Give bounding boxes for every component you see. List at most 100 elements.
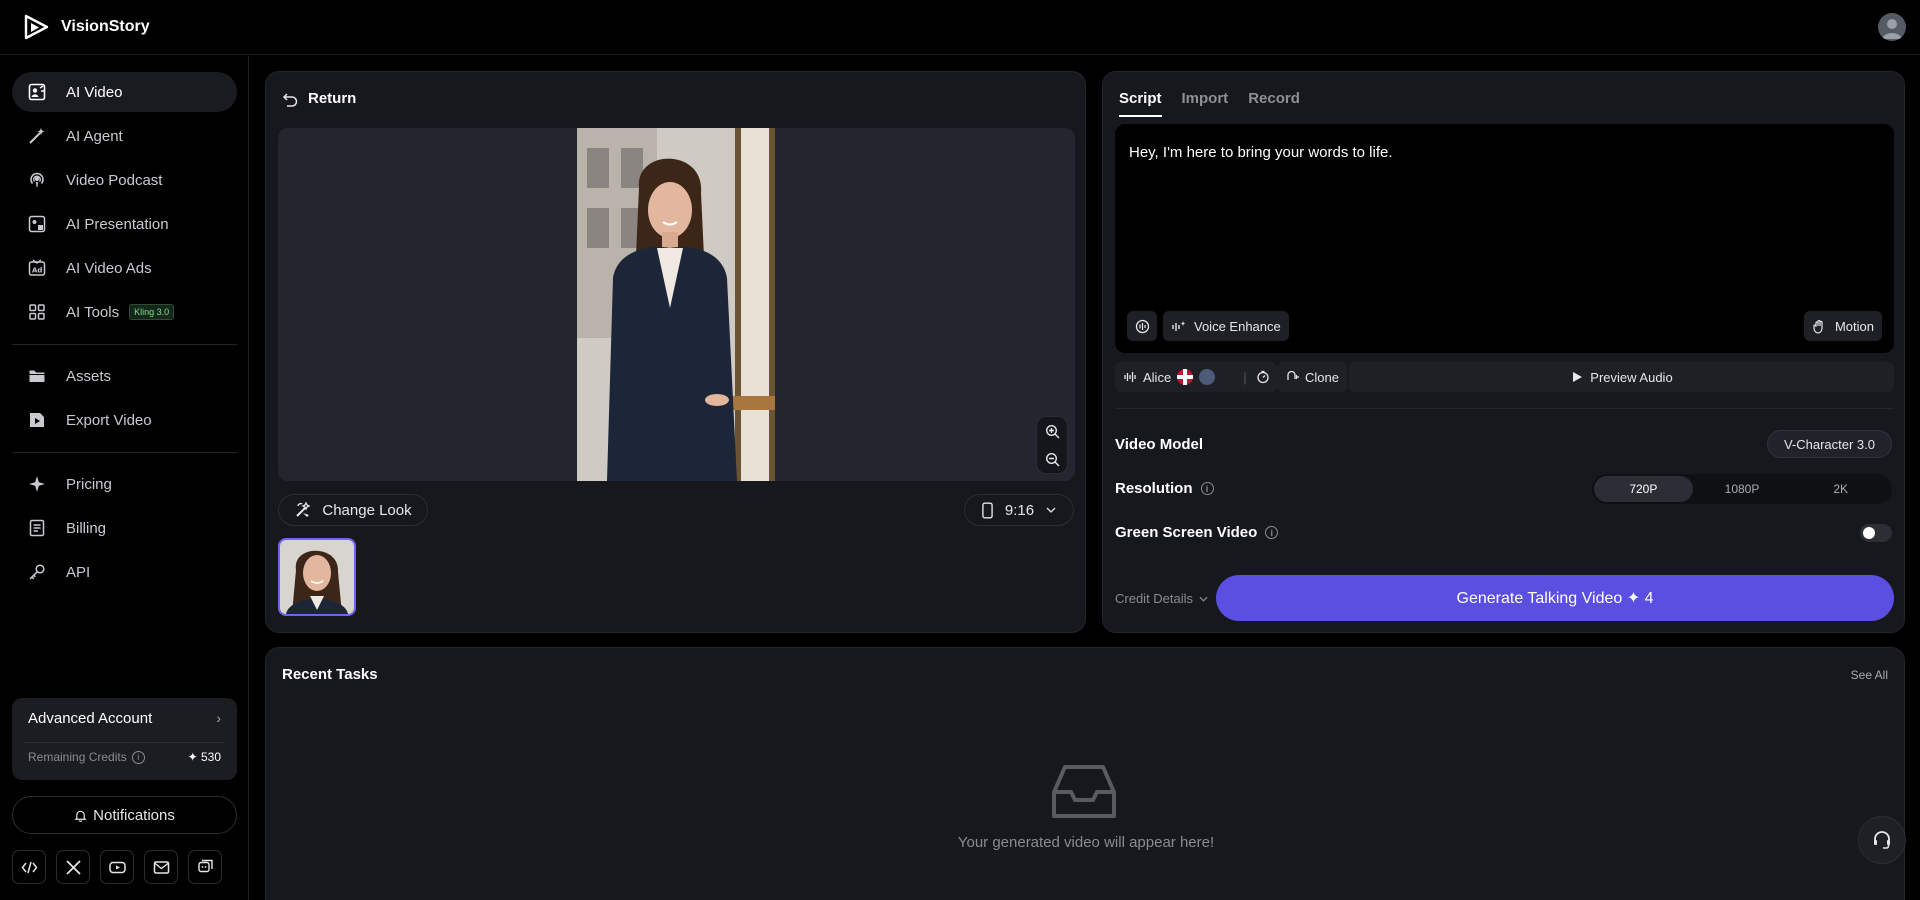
- tab-script[interactable]: Script: [1119, 90, 1162, 117]
- resolution-option-1080p[interactable]: 1080P: [1693, 476, 1792, 502]
- zoom-out-icon[interactable]: [1045, 452, 1060, 467]
- sidebar-item-label: Video Podcast: [66, 171, 163, 189]
- headset-icon: [1874, 831, 1890, 849]
- code-icon[interactable]: [12, 850, 46, 884]
- green-screen-toggle[interactable]: [1860, 524, 1892, 542]
- user-avatar-icon: [1882, 19, 1902, 39]
- script-text: Hey, I'm here to bring your words to lif…: [1129, 144, 1393, 161]
- top-bar: VisionStory: [0, 0, 1920, 55]
- voice-select[interactable]: Alice |: [1115, 362, 1267, 392]
- sidebar-item-pricing[interactable]: Pricing: [12, 464, 237, 504]
- change-look-button[interactable]: Change Look: [278, 494, 428, 526]
- key-icon: [26, 561, 48, 583]
- chevron-down-icon: [1046, 507, 1056, 513]
- separator: |: [1243, 369, 1247, 385]
- sidebar-item-label: AI Tools: [66, 303, 120, 321]
- phone-portrait-icon: [982, 501, 993, 519]
- speed-button[interactable]: [1249, 362, 1277, 392]
- credit-details-button[interactable]: Credit Details: [1115, 591, 1208, 606]
- aspect-ratio-select[interactable]: 9:16: [964, 494, 1074, 526]
- aspect-ratio-value: 9:16: [1004, 501, 1035, 519]
- avatar-thumbnail[interactable]: [278, 538, 356, 616]
- sidebar-item-assets[interactable]: Assets: [12, 356, 237, 396]
- motion-label: Motion: [1834, 318, 1874, 334]
- green-screen-label: Green Screen Video i: [1115, 524, 1279, 541]
- folder-icon: [26, 365, 48, 387]
- svg-text:Ad: Ad: [32, 267, 42, 275]
- app-logo[interactable]: VisionStory: [24, 14, 150, 40]
- sidebar-item-label: Export Video: [66, 411, 152, 429]
- sidebar-item-label: AI Presentation: [66, 215, 169, 233]
- notifications-button[interactable]: Notifications: [12, 796, 237, 834]
- see-all-link[interactable]: See All: [1851, 668, 1888, 682]
- resolution-option-720p[interactable]: 720P: [1594, 476, 1693, 502]
- sidebar-item-export-video[interactable]: Export Video: [12, 400, 237, 440]
- sidebar-divider: [12, 452, 237, 453]
- info-icon[interactable]: i: [1200, 482, 1214, 495]
- preview-audio-button[interactable]: Preview Audio: [1349, 362, 1894, 392]
- resolution-option-2k[interactable]: 2K: [1791, 476, 1890, 502]
- tab-record[interactable]: Record: [1248, 90, 1300, 117]
- support-button[interactable]: [1858, 816, 1906, 864]
- history-button[interactable]: [1127, 311, 1157, 341]
- chevron-down-icon: [1199, 596, 1208, 602]
- green-screen-text: Green Screen Video: [1115, 524, 1258, 541]
- voice-enhance-button[interactable]: Voice Enhance: [1163, 311, 1289, 341]
- script-panel: Script Import Record Hey, I'm here to br…: [1102, 71, 1905, 633]
- mail-icon[interactable]: [144, 850, 178, 884]
- avatar-thumbnail-image: [280, 540, 354, 614]
- empty-state-text: Your generated video will appear here!: [957, 834, 1215, 851]
- return-button[interactable]: Return: [282, 90, 356, 107]
- preview-audio-label: Preview Audio: [1590, 369, 1673, 385]
- voice-name: Alice: [1143, 369, 1172, 385]
- remaining-credits-label: Remaining Credits: [28, 750, 127, 764]
- uk-flag-icon: [1177, 369, 1194, 385]
- sidebar-item-ai-agent[interactable]: AI Agent: [12, 116, 237, 156]
- video-model-select[interactable]: V-Character 3.0: [1766, 430, 1892, 458]
- chevron-right-icon: ›: [216, 710, 221, 726]
- avatar-preview-panel: Return Change Look 9:16: [265, 71, 1086, 633]
- receipt-icon: [26, 517, 48, 539]
- notifications-label: Notifications: [93, 806, 175, 824]
- sidebar-item-ai-tools[interactable]: AI Tools Kling 3.0: [12, 292, 237, 332]
- tab-import[interactable]: Import: [1182, 90, 1229, 117]
- sidebar-item-label: AI Agent: [66, 127, 123, 145]
- generate-video-button[interactable]: Generate Talking Video ✦ 4: [1216, 575, 1894, 621]
- play-icon: [1573, 372, 1583, 382]
- sidebar-item-api[interactable]: API: [12, 552, 237, 592]
- empty-inbox-icon: [1052, 765, 1116, 818]
- x-icon[interactable]: [56, 850, 90, 884]
- grid-icon: [26, 301, 48, 323]
- sidebar-item-ai-video[interactable]: AI Video: [12, 72, 237, 112]
- sidebar-item-ai-video-ads[interactable]: Ad AI Video Ads: [12, 248, 237, 288]
- visionstory-logo-icon: [24, 14, 49, 40]
- voice-enhance-label: Voice Enhance: [1194, 318, 1281, 334]
- recent-tasks-title: Recent Tasks: [282, 666, 378, 683]
- sidebar-item-label: Pricing: [66, 475, 112, 493]
- motion-button[interactable]: Motion: [1803, 311, 1882, 341]
- waveform-icon: [1124, 372, 1136, 382]
- user-avatar[interactable]: [1878, 13, 1906, 41]
- magic-brush-icon: [296, 501, 311, 517]
- clone-voice-button[interactable]: Clone: [1277, 362, 1347, 392]
- waveform-sparkle-icon: [1172, 320, 1186, 331]
- sidebar-item-video-podcast[interactable]: Video Podcast: [12, 160, 237, 200]
- return-arrow-icon: [282, 92, 298, 107]
- discord-icon[interactable]: [188, 850, 222, 884]
- sidebar-item-label: AI Video Ads: [66, 259, 152, 277]
- sidebar-item-label: Billing: [66, 519, 107, 537]
- account-card[interactable]: Advanced Account › Remaining Credits i ✦…: [12, 698, 237, 780]
- info-icon[interactable]: i: [1265, 526, 1279, 539]
- script-textarea[interactable]: Hey, I'm here to bring your words to lif…: [1115, 124, 1894, 353]
- avatar-portrait: [577, 128, 775, 481]
- youtube-icon[interactable]: [100, 850, 134, 884]
- sidebar-item-ai-presentation[interactable]: AI Presentation: [12, 204, 237, 244]
- script-tabs: Script Import Record: [1119, 90, 1300, 117]
- sidebar-item-billing[interactable]: Billing: [12, 508, 237, 548]
- presentation-icon: [26, 213, 48, 235]
- resolution-text: Resolution: [1115, 480, 1193, 497]
- info-icon[interactable]: i: [131, 750, 145, 764]
- video-model-label: Video Model: [1115, 436, 1203, 453]
- zoom-in-icon[interactable]: [1045, 424, 1060, 439]
- sparkle-icon: [26, 473, 48, 495]
